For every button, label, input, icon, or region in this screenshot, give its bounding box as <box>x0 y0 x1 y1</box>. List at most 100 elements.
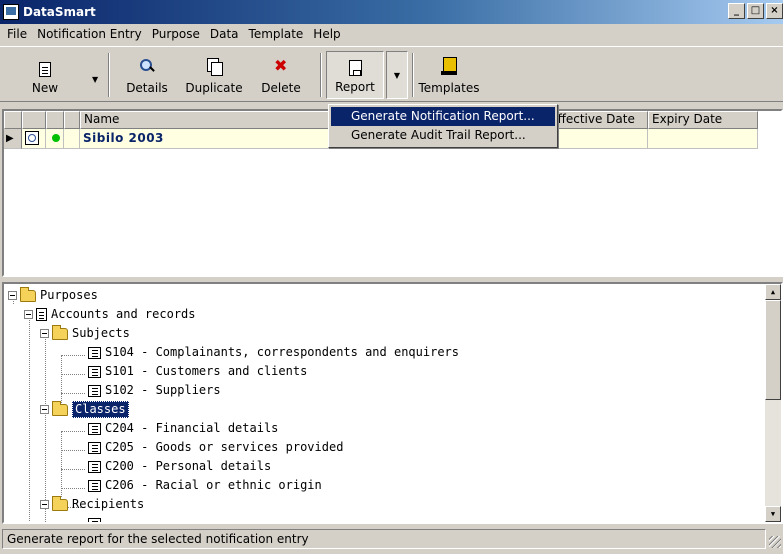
item-icon <box>88 365 101 378</box>
tree-node-label: C200 - Personal details <box>105 459 272 473</box>
menu-notification-entry[interactable]: Notification Entry <box>32 27 147 41</box>
details-button[interactable]: Details <box>122 51 172 99</box>
scroll-down-arrow-icon[interactable]: ▼ <box>765 506 781 522</box>
minimize-button[interactable]: _ <box>728 3 745 19</box>
menu-file[interactable]: File <box>2 27 32 41</box>
details-label: Details <box>126 81 168 95</box>
tree-node-label: Subjects <box>72 326 130 340</box>
collapse-toggle-icon[interactable] <box>40 329 49 338</box>
collapse-toggle-icon[interactable] <box>40 500 49 509</box>
tree-node-subject[interactable]: S101 - Customers and clients <box>88 362 307 381</box>
menu-purpose[interactable]: Purpose <box>147 27 205 41</box>
new-label: New <box>31 81 59 95</box>
header-cell-blank <box>4 111 22 129</box>
tree-line <box>61 450 85 451</box>
folder-open-icon <box>52 495 68 511</box>
scroll-up-arrow-icon[interactable]: ▲ <box>765 284 781 300</box>
purposes-tree[interactable]: Purposes Accounts and records Subjects S… <box>2 282 783 524</box>
report-button[interactable]: Report <box>326 51 384 99</box>
templates-button[interactable]: Templates <box>416 51 482 99</box>
new-button[interactable]: New <box>24 51 66 99</box>
delete-button[interactable]: Delete <box>258 51 304 99</box>
tree-node-purposes[interactable]: Purposes <box>8 286 98 305</box>
new-dropdown-arrow-icon[interactable]: ▼ <box>92 75 98 84</box>
maximize-button[interactable]: □ <box>747 3 764 19</box>
item-icon <box>88 460 101 473</box>
folder-open-icon <box>52 400 68 416</box>
templates-icon <box>439 57 459 77</box>
tree-node-subject[interactable]: S104 - Complainants, correspondents and … <box>88 343 459 362</box>
tree-line <box>61 488 85 489</box>
report-icon <box>348 60 362 76</box>
tree-line <box>61 374 85 375</box>
delete-label: Delete <box>261 81 301 95</box>
header-cell-blank <box>64 111 80 129</box>
status-text: Generate report for the selected notific… <box>2 529 766 549</box>
details-icon[interactable] <box>25 131 39 145</box>
column-header-effective-date[interactable]: Effective Date <box>546 111 648 129</box>
chevron-down-icon: ▼ <box>393 70 401 80</box>
title-bar[interactable]: DataSmart _ □ × <box>0 0 783 24</box>
item-icon <box>88 517 101 522</box>
column-header-expiry-date[interactable]: Expiry Date <box>648 111 758 129</box>
item-icon <box>88 384 101 397</box>
duplicate-icon <box>204 57 224 77</box>
tree-vertical-scrollbar[interactable]: ▲ ▼ <box>765 284 781 522</box>
tree-line <box>61 469 85 470</box>
tree-node-class[interactable]: C200 - Personal details <box>88 457 271 476</box>
tree-node-label: C205 - Goods or services provided <box>105 440 344 454</box>
row-details-cell[interactable] <box>22 129 46 149</box>
tree-node-subject[interactable]: S102 - Suppliers <box>88 381 221 400</box>
tree-node-class[interactable]: C204 - Financial details <box>88 419 278 438</box>
row-expiry-date-cell[interactable] <box>648 129 758 149</box>
tree-line <box>61 355 85 356</box>
toolbar-separator <box>412 53 414 97</box>
app-icon[interactable] <box>3 4 19 20</box>
tree-node-label: C204 - Financial details <box>105 421 279 435</box>
toolbar: New ▼ Details Duplicate Delete Report ▼ … <box>0 46 783 102</box>
menu-item-generate-audit-trail-report[interactable]: Generate Audit Trail Report... <box>331 126 555 145</box>
item-icon <box>88 479 101 492</box>
tree-line <box>61 393 85 394</box>
status-bar: Generate report for the selected notific… <box>0 527 783 551</box>
close-button[interactable]: × <box>766 3 783 19</box>
scroll-thumb[interactable] <box>765 300 781 400</box>
new-document-icon <box>39 62 51 77</box>
collapse-toggle-icon[interactable] <box>8 291 17 300</box>
duplicate-button[interactable]: Duplicate <box>184 51 244 99</box>
menu-data[interactable]: Data <box>205 27 244 41</box>
tree-node-class[interactable]: C205 - Goods or services provided <box>88 438 343 457</box>
menu-item-generate-notification-report[interactable]: Generate Notification Report... <box>331 107 555 126</box>
item-icon <box>88 441 101 454</box>
report-dropdown-button[interactable]: ▼ <box>386 51 408 99</box>
row-pointer-icon: ▶ <box>4 129 22 149</box>
toolbar-separator <box>108 53 110 97</box>
tree-node-label-selected: Classes <box>72 401 129 418</box>
row-effective-date-cell[interactable] <box>546 129 648 149</box>
tree-node-label: S102 - Suppliers <box>105 383 221 397</box>
collapse-toggle-icon[interactable] <box>40 405 49 414</box>
tree-node-recipient-partial[interactable] <box>88 514 105 522</box>
magnifier-icon <box>137 57 157 77</box>
menu-help[interactable]: Help <box>308 27 345 41</box>
tree-node-label: C206 - Racial or ethnic origin <box>105 478 322 492</box>
header-cell-blank <box>22 111 46 129</box>
tree-node-label: Accounts and records <box>51 307 196 321</box>
tree-node-label: Purposes <box>40 288 98 302</box>
tree-node-class[interactable]: C206 - Racial or ethnic origin <box>88 476 322 495</box>
tree-node-subjects[interactable]: Subjects <box>40 324 130 343</box>
header-cell-blank <box>46 111 64 129</box>
folder-open-icon <box>52 324 68 340</box>
tree-node-classes[interactable]: Classes <box>40 400 129 419</box>
tree-node-label: S104 - Complainants, correspondents and … <box>105 345 460 359</box>
menu-template[interactable]: Template <box>244 27 309 41</box>
resize-grip-icon[interactable] <box>769 536 781 548</box>
tree-node-purpose[interactable]: Accounts and records <box>24 305 196 324</box>
tree-node-recipients[interactable]: Recipients <box>40 495 144 514</box>
item-icon <box>88 346 101 359</box>
menu-bar: File Notification Entry Purpose Data Tem… <box>0 24 783 44</box>
tree-line <box>61 355 62 403</box>
tree-node-label: Recipients <box>72 497 145 511</box>
collapse-toggle-icon[interactable] <box>24 310 33 319</box>
templates-label: Templates <box>418 81 480 95</box>
